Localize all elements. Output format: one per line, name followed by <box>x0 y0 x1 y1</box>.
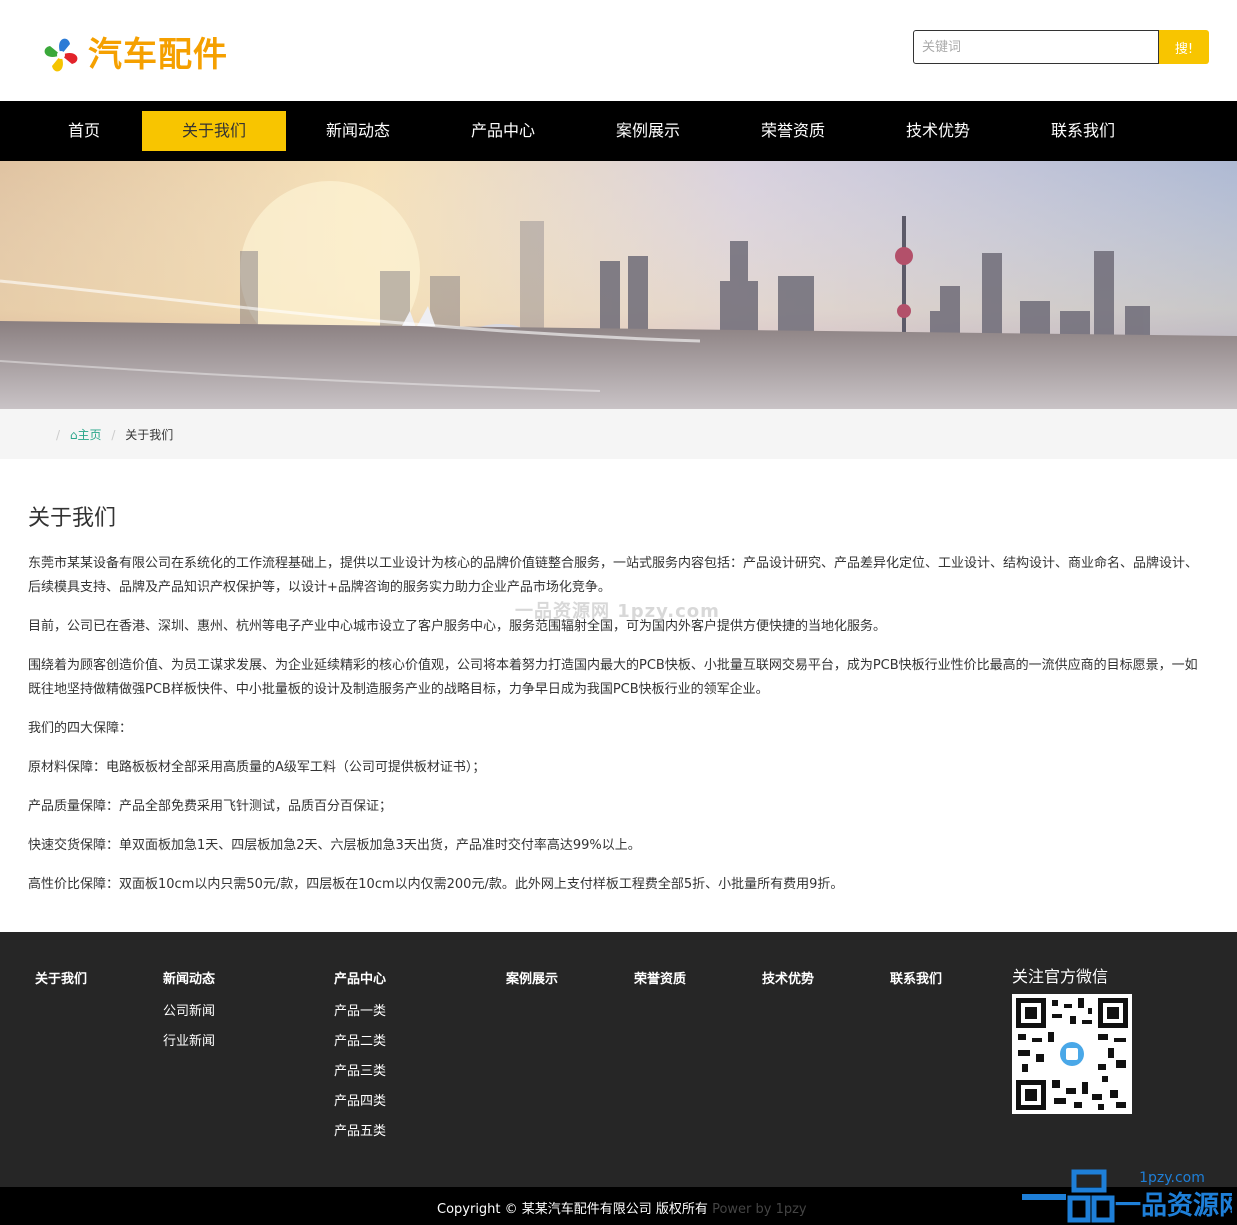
home-icon: ⌂ <box>69 428 78 442</box>
footer-link[interactable]: 产品四类 <box>334 1093 386 1110</box>
footer: 关于我们 新闻动态 公司新闻 行业新闻 产品中心 产品一类 产品二类 产品三类 … <box>0 932 1237 1187</box>
footer-column-news: 新闻动态 公司新闻 行业新闻 <box>163 968 215 1063</box>
breadcrumb-separator: / <box>56 428 61 442</box>
footer-link[interactable]: 产品一类 <box>334 1003 386 1020</box>
brand-logo-icon: 1pzy.com 一品资源网 <box>1022 1169 1232 1223</box>
footer-column-products: 产品中心 产品一类 产品二类 产品三类 产品四类 产品五类 <box>334 968 386 1153</box>
pinwheel-logo-icon <box>44 38 78 72</box>
footer-heading[interactable]: 关于我们 <box>35 968 87 987</box>
footer-link[interactable]: 产品三类 <box>334 1063 386 1080</box>
footer-link[interactable]: 产品五类 <box>334 1123 386 1140</box>
footer-heading[interactable]: 案例展示 <box>506 968 558 987</box>
footer-link[interactable]: 产品二类 <box>334 1033 386 1050</box>
footer-column-contact: 联系我们 <box>890 968 942 1003</box>
city-skyline-image <box>0 161 1237 409</box>
breadcrumb: / ⌂主页 / 关于我们 <box>50 426 173 443</box>
copyright-text: Copyright © 某某汽车配件有限公司 版权所有 Power by 1pz… <box>437 1198 807 1217</box>
nav-item-about[interactable]: 关于我们 <box>142 111 286 151</box>
footer-heading[interactable]: 荣誉资质 <box>634 968 686 987</box>
search-input[interactable] <box>913 30 1159 64</box>
footer-column-about: 关于我们 <box>35 968 87 1003</box>
breadcrumb-home-label: 主页 <box>77 428 102 442</box>
footer-link[interactable]: 行业新闻 <box>163 1033 215 1050</box>
nav-item-technology[interactable]: 技术优势 <box>866 111 1010 151</box>
logo-text: 汽车配件 <box>88 35 228 75</box>
footer-heading[interactable]: 联系我们 <box>890 968 942 987</box>
about-paragraph: 东莞市某某设备有限公司在系统化的工作流程基础上，提供以工业设计为核心的品牌价值链… <box>28 556 1199 595</box>
breadcrumb-separator: / <box>111 428 116 442</box>
guarantee-item: 产品质量保障：产品全部免费采用飞针测试，品质百分百保证； <box>28 799 393 814</box>
nav-item-news[interactable]: 新闻动态 <box>286 111 430 151</box>
main-content: 关于我们 东莞市某某设备有限公司在系统化的工作流程基础上，提供以工业设计为核心的… <box>28 500 1208 912</box>
search-button[interactable]: 搜! <box>1159 30 1209 64</box>
wechat-qr-code <box>1012 994 1132 1114</box>
main-nav: 首页 关于我们 新闻动态 产品中心 案例展示 荣誉资质 技术优势 联系我们 <box>0 101 1237 161</box>
guarantee-item: 高性价比保障：双面板10cm以内只需50元/款，四层板在10cm以内仅需200元… <box>28 877 844 892</box>
about-paragraph: 围绕着为顾客创造价值、为员工谋求发展、为企业延续精彩的核心价值观，公司将本着努力… <box>28 658 1198 697</box>
header: 汽车配件 搜! <box>0 0 1237 101</box>
breadcrumb-home-link[interactable]: ⌂主页 <box>70 428 105 442</box>
brand-url: 1pzy.com <box>1139 1170 1205 1186</box>
guarantee-item: 原材料保障：电路板板材全部采用高质量的A级军工料（公司可提供板材证书）； <box>28 760 486 775</box>
wechat-title: 关注官方微信 <box>1012 967 1109 986</box>
footer-heading[interactable]: 技术优势 <box>762 968 814 987</box>
qr-code-icon <box>1012 994 1132 1114</box>
footer-column-cases: 案例展示 <box>506 968 558 1003</box>
footer-column-technology: 技术优势 <box>762 968 814 1003</box>
breadcrumb-bar: / ⌂主页 / 关于我们 <box>0 409 1237 459</box>
copyright-label: Copyright © 某某汽车配件有限公司 版权所有 <box>437 1202 708 1217</box>
brand-name: 一品资源网 <box>1115 1191 1232 1221</box>
footer-column-honors: 荣誉资质 <box>634 968 686 1003</box>
power-by-link[interactable]: Power by 1pzy <box>712 1202 807 1217</box>
guarantee-item: 快速交货保障：单双面板加急1天、四层板加急2天、六层板加急3天出货，产品准时交付… <box>28 838 641 853</box>
watermark: 一品资源网 1pzy.com <box>515 601 720 622</box>
search-bar: 搜! <box>913 30 1209 64</box>
hero-banner <box>0 161 1237 409</box>
guarantee-heading: 我们的四大保障： <box>28 721 133 736</box>
nav-item-cases[interactable]: 案例展示 <box>576 111 720 151</box>
footer-heading[interactable]: 产品中心 <box>334 968 386 987</box>
page-title: 关于我们 <box>28 506 117 531</box>
site-logo[interactable]: 汽车配件 <box>36 30 236 82</box>
nav-item-honors[interactable]: 荣誉资质 <box>721 111 865 151</box>
breadcrumb-current: 关于我们 <box>125 428 174 442</box>
nav-item-home[interactable]: 首页 <box>12 111 156 151</box>
footer-heading[interactable]: 新闻动态 <box>163 968 215 987</box>
nav-item-contact[interactable]: 联系我们 <box>1011 111 1155 151</box>
footer-link[interactable]: 公司新闻 <box>163 1003 215 1020</box>
nav-item-products[interactable]: 产品中心 <box>431 111 575 151</box>
